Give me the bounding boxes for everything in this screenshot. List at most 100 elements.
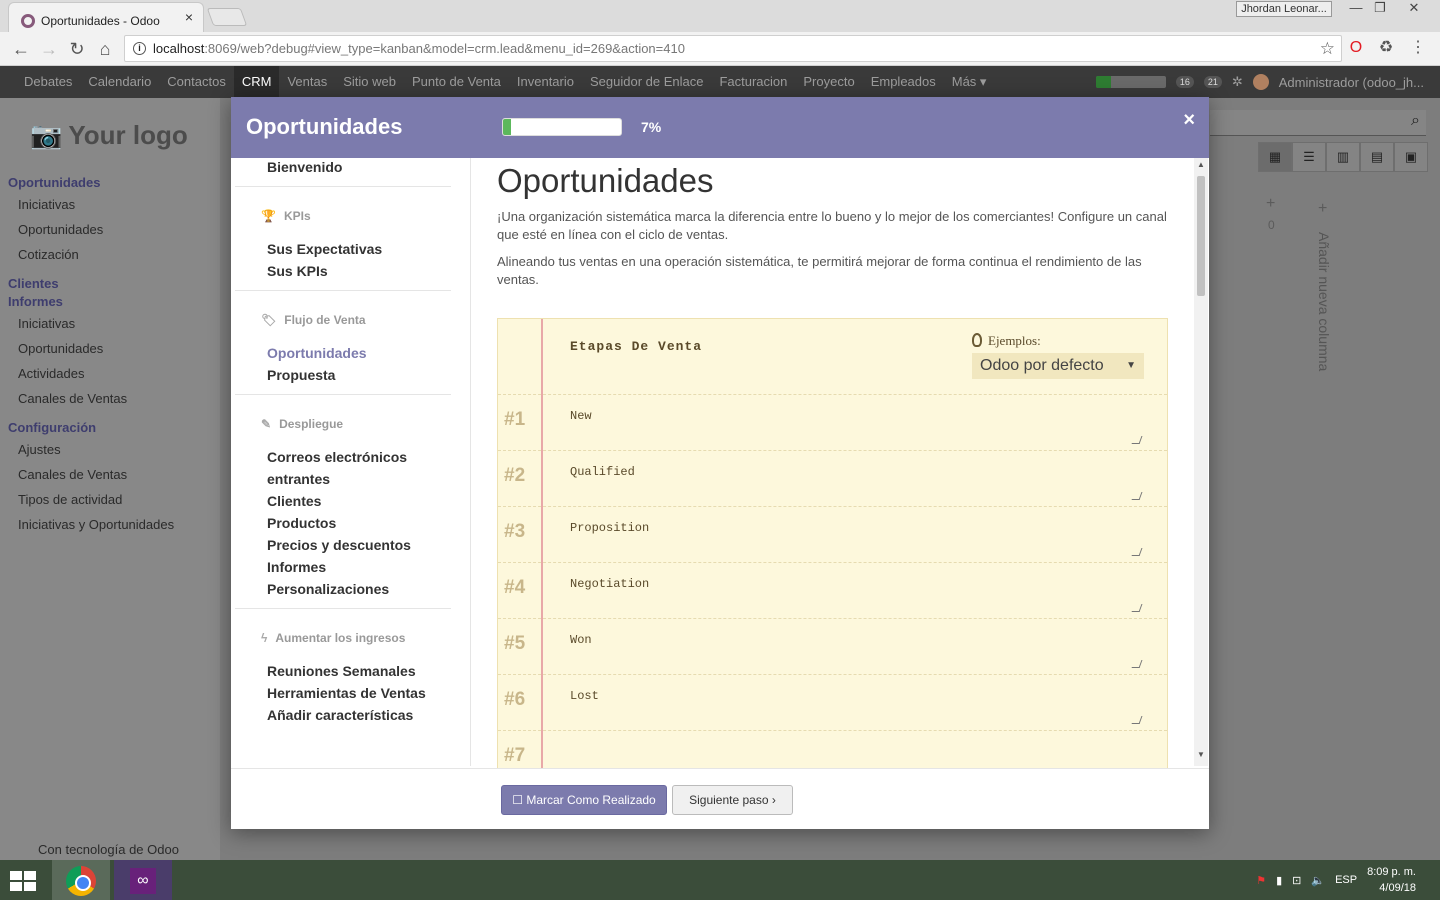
- graph-view-icon[interactable]: ▥: [1326, 142, 1360, 172]
- mark-done-button[interactable]: ☐ Marcar Como Realizado: [501, 785, 667, 815]
- app-menu-item[interactable]: Ventas: [279, 66, 335, 98]
- nav-item-sus-kpis[interactable]: Sus KPIs: [235, 260, 451, 282]
- reload-icon[interactable]: ↻: [64, 36, 90, 62]
- sidebar-item[interactable]: Tipos de actividad: [0, 487, 220, 512]
- resize-grip-icon[interactable]: [1131, 548, 1143, 556]
- nav-item-productos[interactable]: Productos: [235, 512, 451, 534]
- list-view-icon[interactable]: ☰: [1292, 142, 1326, 172]
- company-logo[interactable]: 📷 Your logo: [30, 120, 188, 151]
- stage-name-field[interactable]: New: [570, 409, 592, 423]
- close-window-icon[interactable]: ✕: [1402, 0, 1426, 18]
- quick-add-icon[interactable]: +: [1266, 195, 1275, 213]
- next-step-button[interactable]: Siguiente paso ›: [672, 785, 793, 815]
- resize-grip-icon[interactable]: [1131, 436, 1143, 444]
- powered-by[interactable]: Con tecnología de Odoo: [38, 842, 179, 857]
- sidebar-item[interactable]: Cotización: [0, 242, 220, 267]
- taskbar-visualstudio[interactable]: ∞: [114, 860, 172, 900]
- nav-item-herramientas[interactable]: Herramientas de Ventas: [235, 682, 451, 704]
- nav-item-caracteristicas[interactable]: Añadir características: [235, 704, 451, 726]
- forward-icon[interactable]: →: [36, 36, 62, 62]
- maximize-icon[interactable]: ❐: [1368, 0, 1392, 18]
- nav-item-clientes[interactable]: Clientes: [235, 490, 451, 512]
- opera-extension-icon[interactable]: O: [1346, 38, 1366, 58]
- sidebar-item[interactable]: Ajustes: [0, 437, 220, 462]
- flag-icon[interactable]: ⚑: [1256, 874, 1266, 887]
- user-menu[interactable]: Administrador (odoo_jh...: [1279, 75, 1424, 90]
- back-icon[interactable]: ←: [8, 36, 34, 62]
- sidebar-item[interactable]: Iniciativas y Oportunidades: [0, 512, 220, 537]
- sidebar-section-title[interactable]: Oportunidades: [0, 174, 220, 192]
- messages-badge[interactable]: 16: [1175, 76, 1194, 88]
- sidebar-section-title[interactable]: Clientes: [0, 275, 220, 293]
- resize-grip-icon[interactable]: [1131, 716, 1143, 724]
- stage-name-field[interactable]: Lost: [570, 689, 599, 703]
- add-column-label[interactable]: Añadir nueva columna: [1316, 232, 1332, 371]
- nav-item-reuniones[interactable]: Reuniones Semanales: [235, 660, 451, 682]
- bug-icon[interactable]: ✲: [1232, 74, 1243, 90]
- taskbar-chrome[interactable]: [52, 860, 110, 900]
- nav-item-informes[interactable]: Informes: [235, 556, 451, 578]
- nav-item-correos[interactable]: Correos electrónicos: [235, 446, 451, 468]
- app-menu-item[interactable]: Más ▾: [944, 66, 995, 98]
- app-menu-item[interactable]: Seguidor de Enlace: [582, 66, 711, 98]
- pivot-view-icon[interactable]: ▤: [1360, 142, 1394, 172]
- resize-grip-icon[interactable]: [1131, 492, 1143, 500]
- sidebar-item[interactable]: Canales de Ventas: [0, 462, 220, 487]
- modal-scrollbar[interactable]: ▲ ▼: [1194, 158, 1208, 766]
- nav-item-propuesta[interactable]: Propuesta: [235, 364, 451, 386]
- app-menu-item[interactable]: Punto de Venta: [404, 66, 509, 98]
- volume-icon[interactable]: 🔈: [1311, 874, 1325, 887]
- sidebar-section-title[interactable]: Configuración: [0, 419, 220, 437]
- nav-item-sus-expectativas[interactable]: Sus Expectativas: [235, 238, 451, 260]
- sidebar-section-title[interactable]: Informes: [0, 293, 220, 311]
- nav-item-oportunidades[interactable]: Oportunidades: [235, 342, 451, 364]
- battery-icon[interactable]: ▮: [1276, 874, 1282, 887]
- menu-dots-icon[interactable]: ⋮: [1408, 38, 1428, 58]
- browser-tab[interactable]: Oportunidades - Odoo ×: [8, 2, 204, 32]
- bookmark-star-icon[interactable]: ☆: [1320, 36, 1335, 61]
- tab-close-icon[interactable]: ×: [185, 9, 193, 25]
- stage-name-field[interactable]: Won: [570, 633, 592, 647]
- search-input[interactable]: ⌕: [1210, 110, 1426, 136]
- network-icon[interactable]: ⊡: [1292, 874, 1301, 887]
- sidebar-item[interactable]: Oportunidades: [0, 336, 220, 361]
- app-menu-item[interactable]: Empleados: [863, 66, 944, 98]
- app-menu-item[interactable]: Inventario: [509, 66, 582, 98]
- sidebar-item[interactable]: Canales de Ventas: [0, 386, 220, 411]
- new-tab-button[interactable]: [206, 8, 248, 26]
- chat-badge[interactable]: 21: [1203, 76, 1222, 88]
- add-column-icon[interactable]: +: [1318, 200, 1327, 218]
- stage-name-field[interactable]: Negotiation: [570, 577, 649, 591]
- calendar-view-icon[interactable]: ▣: [1394, 142, 1428, 172]
- resize-grip-icon[interactable]: [1131, 604, 1143, 612]
- nav-item-bienvenido[interactable]: Bienvenido: [235, 158, 451, 176]
- scroll-up-icon[interactable]: ▲: [1194, 160, 1208, 174]
- app-menu-item[interactable]: CRM: [233, 66, 280, 98]
- resize-grip-icon[interactable]: [1131, 660, 1143, 668]
- sidebar-item[interactable]: Oportunidades: [0, 217, 220, 242]
- recycle-extension-icon[interactable]: ♻: [1376, 38, 1396, 58]
- search-icon[interactable]: ⌕: [1411, 112, 1420, 130]
- nav-item-personalizaciones[interactable]: Personalizaciones: [235, 578, 451, 600]
- app-menu-item[interactable]: Sitio web: [335, 66, 404, 98]
- home-icon[interactable]: ⌂: [92, 36, 118, 62]
- stage-name-field[interactable]: Proposition: [570, 521, 649, 535]
- kanban-view-icon[interactable]: ▦: [1258, 142, 1292, 172]
- nav-item-precios[interactable]: Precios y descuentos: [235, 534, 451, 556]
- navbar-progress[interactable]: [1095, 76, 1166, 88]
- app-menu-item[interactable]: Contactos: [159, 66, 234, 98]
- minimize-icon[interactable]: —: [1344, 0, 1368, 18]
- app-menu-item[interactable]: Calendario: [80, 66, 159, 98]
- clock[interactable]: 8:09 p. m. 4/09/18: [1367, 864, 1416, 896]
- windows-start-icon[interactable]: [10, 871, 38, 891]
- examples-select[interactable]: Odoo por defecto ▼: [972, 353, 1144, 379]
- profile-badge[interactable]: Jhordan Leonar...: [1236, 1, 1332, 17]
- nav-item-entrantes[interactable]: entrantes: [235, 468, 451, 490]
- stage-name-field[interactable]: Qualified: [570, 465, 635, 479]
- avatar[interactable]: [1252, 74, 1269, 90]
- info-icon[interactable]: i: [133, 42, 146, 55]
- app-menu-item[interactable]: Debates: [16, 66, 80, 98]
- sidebar-item[interactable]: Iniciativas: [0, 192, 220, 217]
- app-menu-item[interactable]: Facturacion: [711, 66, 795, 98]
- scroll-thumb[interactable]: [1197, 176, 1205, 296]
